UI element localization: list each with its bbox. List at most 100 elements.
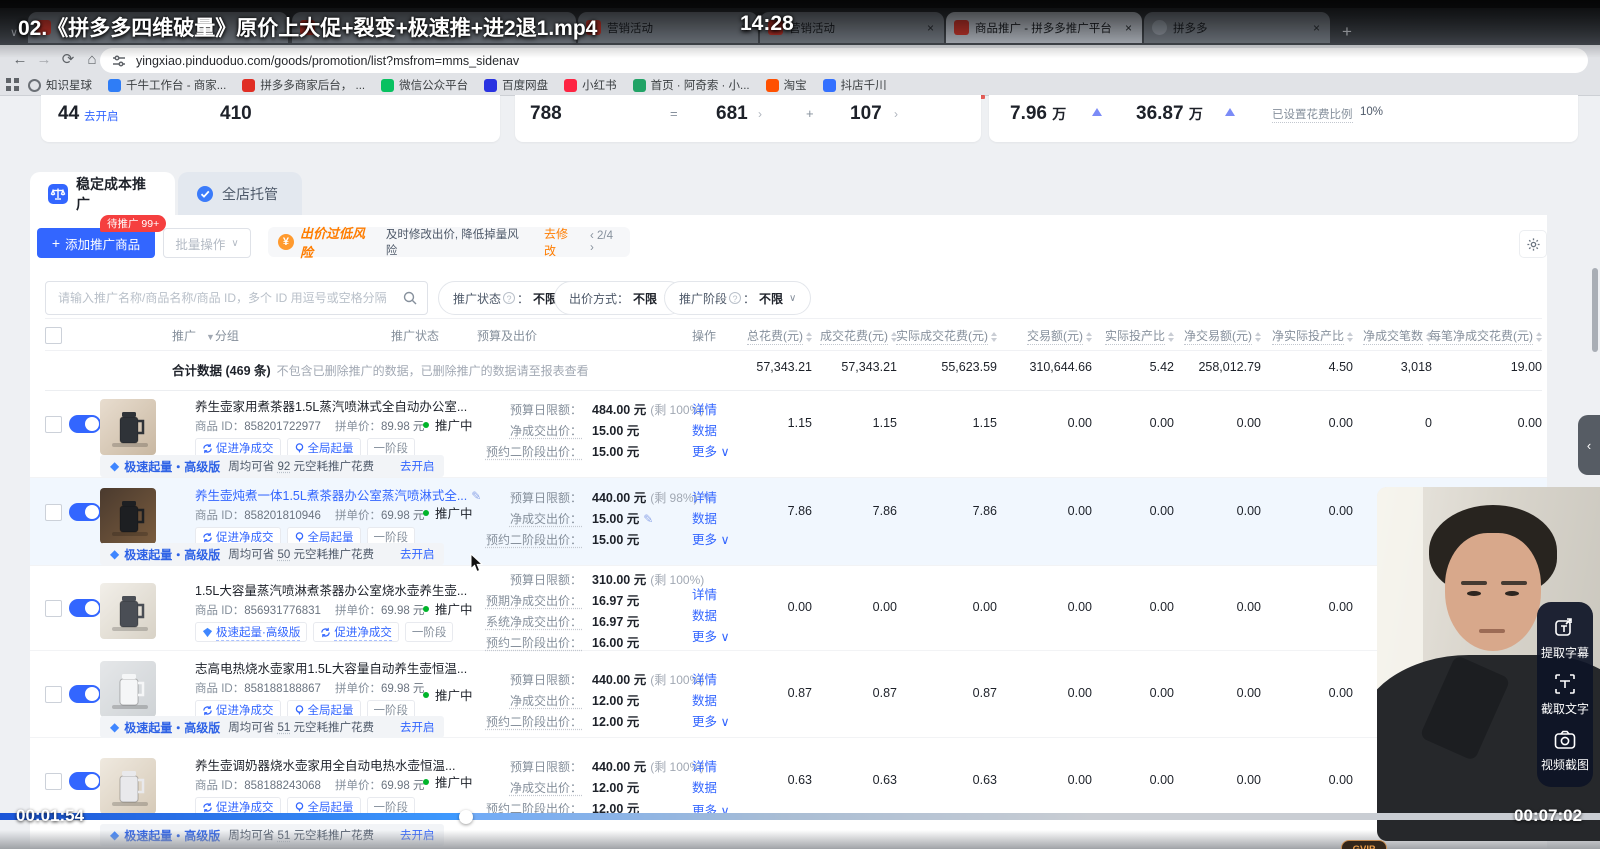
browser-tab[interactable]: 商品推广 - 拼多多推广平台 × bbox=[946, 12, 1142, 43]
balloon-icon bbox=[295, 531, 303, 542]
bookmark-item[interactable]: 千牛工作台 - 商家... bbox=[108, 77, 226, 93]
product-id-line: 商品 ID：856931776831 拼单价：69.98 元 bbox=[195, 605, 425, 617]
product-title[interactable]: 养生壶家用煮茶器1.5L蒸汽喷淋式全自动办公室... bbox=[195, 400, 467, 414]
bookmark-label: 知识星球 bbox=[46, 80, 92, 92]
bookmark-item[interactable]: 拼多多商家后台， ... bbox=[242, 77, 365, 93]
summary-value: 55,623.59 bbox=[941, 360, 997, 374]
filter-promotion-stage[interactable]: 推广阶段?：不限 ∨ bbox=[664, 281, 812, 315]
diamond-icon bbox=[202, 627, 213, 637]
product-image bbox=[100, 661, 156, 717]
promotion-toggle[interactable] bbox=[69, 599, 101, 617]
scrollbar-thumb[interactable] bbox=[1592, 268, 1598, 352]
go-fix-link[interactable]: 去修改 bbox=[544, 225, 580, 259]
promotion-toggle[interactable] bbox=[69, 415, 101, 433]
enable-link[interactable]: 去开启 bbox=[400, 458, 435, 474]
address-bar[interactable]: yingxiao.pinduoduo.com/goods/promotion/l… bbox=[100, 48, 1588, 73]
tool-capture-text-button[interactable]: 截取文字 bbox=[1541, 672, 1589, 717]
site-settings-icon[interactable] bbox=[112, 54, 126, 68]
row-checkbox[interactable] bbox=[45, 773, 62, 790]
go-enable-link[interactable]: 去开启 bbox=[84, 108, 119, 124]
chevron-right-icon[interactable]: › bbox=[894, 107, 898, 121]
row-checkbox[interactable] bbox=[45, 416, 62, 433]
more-link[interactable]: 更多 ∨ bbox=[692, 711, 730, 730]
browser-tab[interactable]: 营销活动 × bbox=[578, 12, 758, 43]
diamond-icon: ◆ bbox=[110, 720, 120, 734]
status-dot-icon bbox=[423, 509, 429, 516]
select-all-checkbox[interactable] bbox=[45, 327, 62, 344]
bookmark-label: 千牛工作台 - 商家... bbox=[126, 80, 227, 92]
product-title[interactable]: 志高电热烧水壶家用1.5L大容量自动养生壶恒温... bbox=[195, 662, 467, 676]
search-box[interactable] bbox=[45, 281, 428, 315]
bookmark-item[interactable]: 知识星球 bbox=[28, 77, 92, 93]
bookmark-item[interactable]: 淘宝 bbox=[765, 77, 807, 93]
col-header-metric[interactable]: 每笔净成交花费(元) bbox=[1392, 327, 1542, 345]
tag-cycle[interactable]: 促进净成交 bbox=[313, 622, 399, 642]
kettle-photo-icon bbox=[112, 501, 148, 536]
enable-link[interactable]: 去开启 bbox=[400, 546, 435, 562]
enable-link[interactable]: 去开启 bbox=[400, 719, 435, 735]
status-dot-icon bbox=[423, 605, 429, 612]
bookmark-item[interactable]: 抖店千川 bbox=[822, 77, 887, 93]
bookmark-item[interactable]: 百度网盘 bbox=[484, 77, 548, 93]
browser-tab[interactable]: 拼多多 × bbox=[1144, 12, 1330, 43]
budget-line: 预算日限额： 440.00 元 (剩 100%) bbox=[509, 673, 705, 687]
tool-video-screenshot-button[interactable]: 视频截图 bbox=[1541, 728, 1589, 773]
site-favicon-icon bbox=[954, 20, 969, 35]
tab-close-icon[interactable]: × bbox=[1311, 21, 1322, 35]
search-icon[interactable] bbox=[403, 291, 417, 305]
add-promotion-button[interactable]: + 添加推广商品 bbox=[37, 228, 155, 258]
bookmark-item[interactable]: 首页 · 阿奇索 · 小... bbox=[632, 77, 750, 93]
bookmark-item[interactable]: 小红书 bbox=[564, 77, 617, 93]
chevron-right-icon[interactable]: › bbox=[758, 107, 762, 121]
edit-icon[interactable]: ✎ bbox=[643, 512, 653, 526]
stat-value: 36.87 万 bbox=[1136, 103, 1203, 124]
batch-actions-button[interactable]: 批量操作 ∨ bbox=[163, 228, 251, 258]
product-id-line: 商品 ID：858188243068 拼单价：69.98 元 bbox=[195, 780, 425, 792]
product-title-line: 养生壶家用煮茶器1.5L蒸汽喷淋式全自动办公室... bbox=[195, 396, 467, 416]
stat-value[interactable]: 107 bbox=[850, 103, 882, 125]
warning-pager[interactable]: ‹ 2/4 › bbox=[590, 230, 620, 254]
tool-extract-subtitles-button[interactable]: 提取字幕 bbox=[1541, 616, 1589, 661]
tool-label: 提取字幕 bbox=[1540, 645, 1589, 660]
tab-close-icon[interactable]: × bbox=[925, 21, 936, 35]
promotion-toggle[interactable] bbox=[69, 503, 101, 521]
promotion-toggle[interactable] bbox=[69, 685, 101, 703]
metric-value: 0.00 bbox=[972, 600, 997, 614]
summary-note: 不包含已删除推广的数据，已删除推广的数据请至报表查看 bbox=[276, 364, 589, 378]
tab-list-chevron-icon[interactable]: ∨ bbox=[10, 26, 18, 39]
product-title[interactable]: 养生壶炖煮一体1.5L煮茶器办公室蒸汽喷淋式全... bbox=[195, 489, 467, 503]
tab-full-store-hosting[interactable]: 全店托管 bbox=[178, 172, 302, 215]
forward-icon[interactable]: → bbox=[32, 48, 56, 72]
row-checkbox[interactable] bbox=[45, 504, 62, 521]
back-icon[interactable]: ← bbox=[8, 48, 32, 72]
new-tab-button[interactable]: + bbox=[1342, 22, 1352, 42]
sort-icon[interactable] bbox=[1536, 331, 1542, 342]
more-link[interactable]: 更多 ∨ bbox=[692, 626, 730, 645]
row-checkbox[interactable] bbox=[45, 600, 62, 617]
product-title[interactable]: 养生壶调奶器烧水壶家用全自动电热水壶恒温... bbox=[195, 759, 455, 773]
tab-stable-cost-promotion[interactable]: 稳定成本推广 bbox=[30, 172, 175, 215]
promotion-toggle[interactable] bbox=[69, 772, 101, 790]
more-link[interactable]: 更多 ∨ bbox=[692, 441, 730, 460]
bookmark-favicon-icon bbox=[765, 78, 779, 92]
current-time: 00:01:54 bbox=[16, 806, 85, 825]
reload-icon[interactable]: ⟳ bbox=[56, 48, 80, 72]
col-header-group[interactable]: ▼分组 bbox=[206, 327, 239, 344]
more-link[interactable]: 更多 ∨ bbox=[692, 529, 730, 548]
progress-scrubber[interactable] bbox=[459, 810, 473, 824]
apps-grid-icon[interactable] bbox=[6, 78, 20, 92]
stat-value[interactable]: 681 bbox=[716, 103, 748, 125]
collapse-side-panel-button[interactable]: ‹ bbox=[1578, 415, 1600, 475]
search-input[interactable] bbox=[56, 290, 403, 306]
stat-value: 44 bbox=[58, 103, 80, 124]
tag-diamond[interactable]: 极速起量·高级版 bbox=[195, 622, 308, 642]
bookmark-item[interactable]: 微信公众平台 bbox=[381, 77, 468, 93]
product-title[interactable]: 1.5L大容量蒸汽喷淋煮茶器办公室烧水壶养生壶... bbox=[195, 584, 467, 598]
progress-bar-rest[interactable] bbox=[466, 813, 1600, 820]
table-settings-button[interactable] bbox=[1520, 231, 1546, 257]
cycle-icon bbox=[203, 443, 212, 453]
tab-label: 营销活动 bbox=[789, 22, 835, 35]
bookmark-label: 拼多多商家后台， ... bbox=[260, 80, 366, 92]
row-checkbox[interactable] bbox=[45, 686, 62, 703]
tab-close-icon[interactable]: × bbox=[1123, 21, 1134, 35]
